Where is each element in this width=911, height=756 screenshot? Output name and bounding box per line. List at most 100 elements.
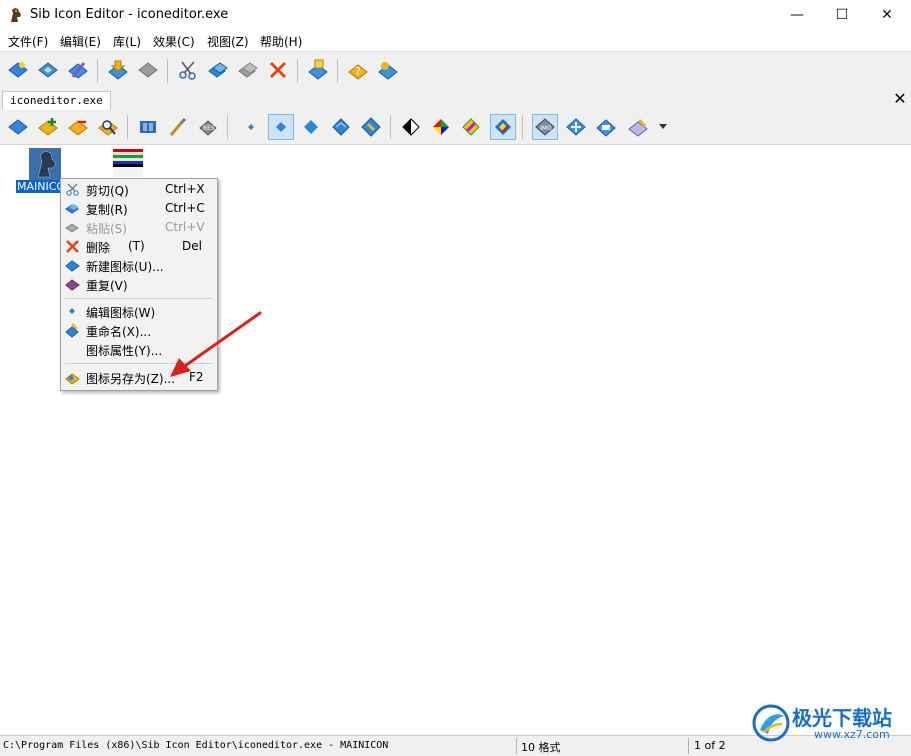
resource-button[interactable]: RES — [195, 114, 221, 140]
status-formats: 10 格式 — [521, 741, 561, 754]
brush-button[interactable] — [165, 114, 191, 140]
color-true-button[interactable] — [490, 114, 516, 140]
watermark-logo-icon — [752, 704, 790, 742]
copy-icon — [65, 204, 79, 214]
maximize-icon: ☐ — [835, 7, 849, 23]
menu-help[interactable]: 帮助(H) — [258, 33, 304, 50]
preview-icon — [596, 119, 616, 137]
status-page: 1 of 2 — [694, 739, 726, 752]
ctx-copy[interactable]: 复制(R) Ctrl+C — [63, 199, 214, 218]
export-button[interactable] — [305, 57, 331, 83]
menu-file[interactable]: 文件(F) — [6, 33, 50, 50]
save-all-button[interactable] — [135, 57, 161, 83]
wand-icon — [68, 62, 88, 79]
delete-icon — [66, 240, 79, 253]
add-image-icon — [38, 118, 58, 136]
size-32-icon — [304, 120, 318, 134]
status-divider — [688, 738, 689, 754]
delete-icon — [269, 61, 287, 79]
toolbar-separator — [127, 115, 128, 139]
ctx-label: 图标属性(Y)... — [86, 344, 163, 358]
help-button[interactable]: ? — [345, 57, 371, 83]
ctx-label: 编辑图标(W) — [86, 306, 156, 320]
properties-button[interactable] — [625, 114, 651, 140]
toolbar-dropdown-icon[interactable] — [659, 124, 667, 129]
ctx-label: 重命名(X)... — [86, 325, 152, 339]
mono-button[interactable] — [398, 114, 424, 140]
img-button[interactable]: IMG — [532, 114, 558, 140]
open-button[interactable] — [35, 57, 61, 83]
maximize-button[interactable]: ☐ — [819, 0, 865, 30]
menu-view[interactable]: 视图(Z) — [205, 33, 251, 50]
wand-button[interactable] — [65, 57, 91, 83]
ctx-shortcut: Ctrl+V — [165, 220, 205, 234]
new-icon-icon — [8, 62, 28, 78]
about-button[interactable] — [375, 57, 401, 83]
size-64-button[interactable] — [358, 114, 384, 140]
ctx-new-icon[interactable]: 新建图标(U)... — [63, 256, 214, 275]
main-toolbar: ? — [0, 51, 911, 91]
close-icon: ✕ — [893, 89, 907, 108]
layout-button[interactable] — [563, 114, 589, 140]
size-32-button[interactable] — [298, 114, 324, 140]
size-16-button[interactable] — [238, 114, 264, 140]
img-icon: IMG — [535, 118, 555, 136]
second-thumbnail-icon — [113, 149, 143, 177]
find-image-button[interactable] — [95, 114, 121, 140]
ctx-paste[interactable]: 粘贴(S) Ctrl+V — [63, 218, 214, 237]
copy-button[interactable] — [205, 57, 231, 83]
cut-button[interactable] — [175, 57, 201, 83]
ctx-delete[interactable]: 删除 (T) Del — [63, 237, 214, 256]
menu-effects[interactable]: 效果(C) — [151, 33, 197, 50]
window-title: Sib Icon Editor - iconeditor.exe — [30, 7, 229, 22]
ctx-label: 删除 — [86, 241, 111, 255]
toolbar-separator — [227, 115, 228, 139]
ctx-label: 新建图标(U)... — [86, 260, 164, 274]
delete-button[interactable] — [265, 57, 291, 83]
size-48-button[interactable] — [328, 114, 354, 140]
toolbar-separator — [390, 115, 391, 139]
close-icon: ✕ — [881, 7, 893, 23]
color-256-button[interactable] — [458, 114, 484, 140]
minimize-button[interactable]: — — [774, 0, 820, 30]
add-image-button[interactable] — [35, 114, 61, 140]
svg-text:?: ? — [355, 65, 361, 78]
status-divider — [516, 738, 517, 754]
minimize-icon: — — [790, 7, 804, 23]
document-tab-strip: iconeditor.exe ✕ — [0, 89, 911, 111]
new-image-button[interactable] — [5, 114, 31, 140]
remove-image-icon — [68, 120, 88, 136]
save-as-icon — [65, 373, 80, 385]
preview-button[interactable] — [593, 114, 619, 140]
paste-icon — [65, 223, 79, 233]
close-button[interactable]: ✕ — [864, 0, 910, 30]
menu-library[interactable]: 库(L) — [111, 33, 143, 50]
copy-icon — [208, 62, 228, 78]
layout-icon — [566, 118, 586, 136]
new-icon-button[interactable] — [5, 57, 31, 83]
size-24-button[interactable] — [268, 114, 294, 140]
res-icon: RES — [199, 120, 217, 136]
color-16-icon — [433, 119, 449, 135]
svg-text:RES: RES — [203, 125, 215, 132]
ctx-label: 粘贴(S) — [86, 222, 127, 236]
save-icon — [108, 60, 128, 80]
tab-close-button[interactable]: ✕ — [892, 90, 908, 108]
color-256-icon — [462, 118, 480, 136]
edit-icon — [69, 308, 75, 314]
ctx-cut[interactable]: 剪切(Q) Ctrl+X — [63, 180, 214, 199]
watermark-name: 极光下载站 — [792, 706, 892, 730]
remove-image-button[interactable] — [65, 114, 91, 140]
toolbar-separator — [522, 115, 523, 139]
film-button[interactable] — [135, 114, 161, 140]
menu-edit[interactable]: 编辑(E) — [58, 33, 103, 50]
save-disabled-icon — [138, 62, 158, 78]
film-icon — [140, 121, 156, 133]
color-16-button[interactable] — [428, 114, 454, 140]
ctx-duplicate[interactable]: 重复(V) — [63, 275, 214, 294]
status-path: C:\Program Files (x86)\Sib Icon Editor\i… — [3, 740, 389, 751]
paste-button[interactable] — [235, 57, 261, 83]
tab-iconeditor[interactable]: iconeditor.exe — [2, 91, 111, 111]
menu-bar: 文件(F) 编辑(E) 库(L) 效果(C) 视图(Z) 帮助(H) — [0, 30, 911, 51]
save-button[interactable] — [105, 57, 131, 83]
